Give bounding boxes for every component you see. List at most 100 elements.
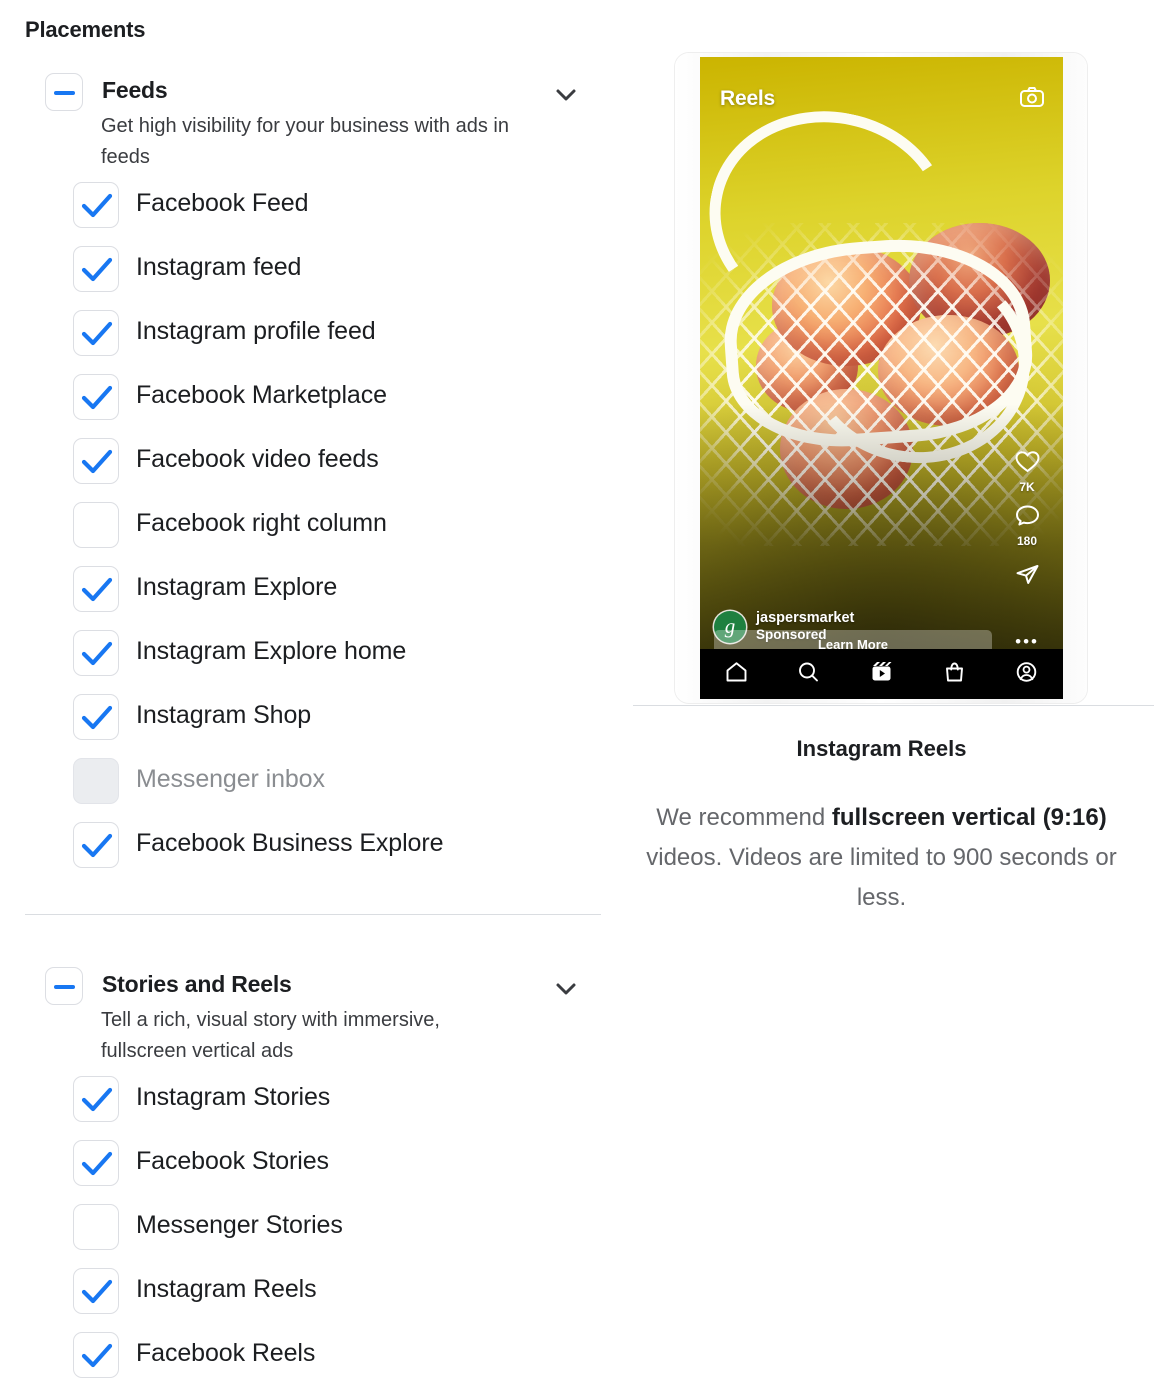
like-count: 7K [1019,480,1035,494]
placement-option-label: Facebook Reels [136,1339,316,1367]
placement-option-row[interactable]: Instagram Explore home [0,621,630,685]
checkbox[interactable] [73,1268,119,1314]
check-icon [81,193,113,218]
section-title: Feeds [102,77,168,103]
ad-creative-image [700,57,1063,699]
check-icon [81,321,113,346]
minus-icon [54,91,75,95]
chevron-down-icon[interactable] [551,85,581,105]
page-title: Placements [25,17,146,42]
section-header[interactable]: Stories and Reels Tell a rich, visual st… [0,967,630,1067]
checkbox[interactable] [73,1204,119,1250]
chevron-down-icon[interactable] [551,979,581,999]
check-icon [81,1343,113,1368]
like-action[interactable]: 7K [1003,449,1051,494]
checkbox[interactable] [73,246,119,292]
placement-option-row[interactable]: Facebook Business Explore [0,813,630,877]
profile-icon[interactable] [1005,661,1049,688]
comment-icon [1015,505,1039,526]
placement-option-row: Messenger inbox [0,749,630,813]
camera-icon[interactable] [1019,85,1045,114]
placement-option-label: Instagram Reels [136,1275,317,1303]
placement-option-label: Messenger Stories [136,1211,343,1239]
preview-desc-suffix: videos. Videos are limited to 900 second… [646,844,1117,911]
share-action[interactable] [1003,562,1051,592]
comment-count: 180 [1016,534,1038,548]
placement-option-row[interactable]: Facebook right column [0,493,630,557]
placements-screen: Placements Feeds Get high visibility for… [0,0,1163,1396]
placement-option-row[interactable]: Instagram feed [0,237,630,301]
option-list: Instagram Stories Facebook Stories Messeng… [0,1067,630,1387]
preview-divider [633,705,1154,706]
checkbox[interactable] [73,310,119,356]
placement-option-row[interactable]: Instagram Stories [0,1067,630,1131]
checkbox[interactable] [73,1140,119,1186]
check-icon [81,705,113,730]
placement-option-row[interactable]: Facebook Marketplace [0,365,630,429]
preview-desc-prefix: We recommend [656,804,832,831]
placement-option-label: Instagram Explore [136,573,338,601]
placement-option-label: Facebook video feeds [136,445,379,473]
placement-option-label: Facebook Marketplace [136,381,387,409]
comment-action[interactable]: 180 [1003,503,1051,548]
checkbox[interactable] [73,1076,119,1122]
check-icon [81,1087,113,1112]
placement-option-label: Instagram profile feed [136,317,376,345]
section-title: Stories and Reels [102,971,292,997]
placement-option-label: Facebook Feed [136,189,309,217]
brand-name[interactable]: jaspersmarket [756,610,854,626]
preview-desc-mid [1036,804,1043,831]
placement-option-row[interactable]: Facebook Feed [0,173,630,237]
placement-option-label: Facebook Business Explore [136,829,444,857]
placement-option-row[interactable]: Instagram Reels [0,1259,630,1323]
check-icon [81,833,113,858]
check-icon [81,385,113,410]
placement-option-row[interactable]: Instagram Shop [0,685,630,749]
preview-description: We recommend fullscreen vertical (9:16) … [633,798,1130,918]
home-icon[interactable] [714,661,758,688]
minus-icon [54,985,75,989]
placement-option-row[interactable]: Facebook Stories [0,1131,630,1195]
placement-option-row[interactable]: Instagram Explore [0,557,630,621]
checkbox [73,758,119,804]
checkbox[interactable] [73,566,119,612]
check-icon [81,257,113,282]
preview-desc-bold-2: (9:16) [1042,804,1107,831]
placement-option-label: Instagram Explore home [136,637,407,665]
checkbox[interactable] [73,694,119,740]
placement-option-row[interactable]: Facebook video feeds [0,429,630,493]
placement-option-row[interactable]: Instagram profile feed [0,301,630,365]
check-icon [81,577,113,602]
checkbox[interactable] [73,182,119,228]
check-icon [81,449,113,474]
checkbox[interactable] [73,630,119,676]
check-icon [81,1151,113,1176]
collapse-toggle-stories-and-reels[interactable] [45,967,83,1005]
ad-preview-panel: Reels 7K 180 g jaspersmarket Sponsored L… [633,0,1163,1396]
search-icon[interactable] [787,661,831,688]
checkbox[interactable] [73,502,119,548]
placements-panel: Placements Feeds Get high visibility for… [0,0,630,1396]
section-divider [25,914,601,915]
placement-option-label: Instagram feed [136,253,302,281]
checkbox[interactable] [73,1332,119,1378]
option-list: Facebook Feed Instagram feed Instagram pro… [0,173,630,877]
placement-option-label: Facebook Stories [136,1147,329,1175]
placement-option-label: Instagram Stories [136,1083,331,1111]
reels-icon[interactable] [859,661,903,688]
collapse-toggle-feeds[interactable] [45,73,83,111]
phone-screen: Reels 7K 180 g jaspersmarket Sponsored L… [700,57,1063,699]
placement-option-label: Facebook right column [136,509,387,537]
section-description: Tell a rich, visual story with immersive… [101,1009,440,1062]
placement-option-label: Instagram Shop [136,701,312,729]
check-icon [81,641,113,666]
checkbox[interactable] [73,438,119,484]
section-header[interactable]: Feeds Get high visibility for your busin… [0,73,630,173]
placement-option-row[interactable]: Facebook Reels [0,1323,630,1387]
bottom-navbar [700,649,1063,699]
checkbox[interactable] [73,374,119,420]
checkbox[interactable] [73,822,119,868]
placement-option-row[interactable]: Messenger Stories [0,1195,630,1259]
reels-label: Reels [720,87,776,110]
shop-bag-icon[interactable] [932,661,976,688]
